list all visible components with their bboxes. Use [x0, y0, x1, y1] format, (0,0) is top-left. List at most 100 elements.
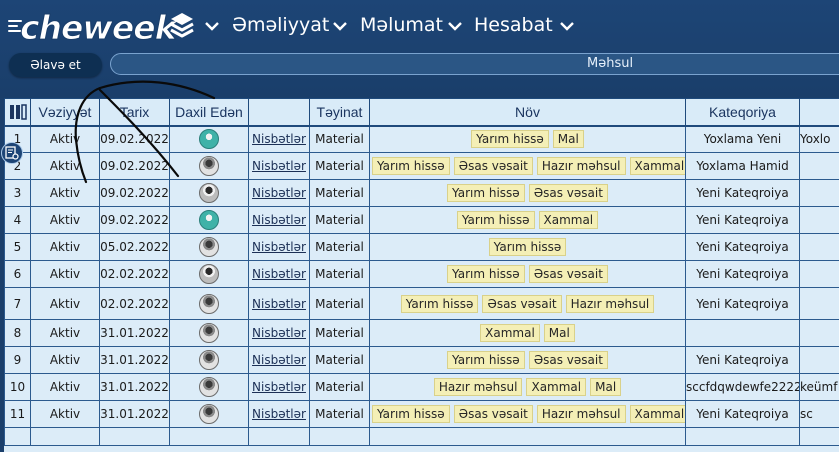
add-button[interactable]: Əlavə et — [9, 53, 102, 77]
entered-by-cell — [169, 152, 249, 180]
table-cell — [369, 427, 686, 446]
avatar[interactable] — [199, 129, 219, 150]
chevron-down-icon[interactable] — [205, 20, 219, 32]
category-cell: sccfdqwdewfe2222 — [685, 373, 800, 401]
type-badge: Xammal — [538, 211, 599, 229]
avatar[interactable] — [199, 183, 219, 203]
status-cell: Aktiv — [30, 346, 100, 374]
table-row[interactable]: 6 Aktiv 02.02.2022 Nisbətlər Material Yarım h… — [4, 260, 839, 288]
row-number: 3 — [4, 179, 31, 207]
columns-icon[interactable] — [9, 104, 27, 121]
column-header-teyinat[interactable]: Təyinat — [309, 98, 370, 127]
cheweek-logo[interactable]: cheweek — [8, 8, 177, 48]
nav-melumat[interactable]: Məlumat — [360, 14, 443, 36]
entered-by-cell — [169, 179, 249, 207]
relations-link[interactable]: Nisbətlər — [248, 233, 310, 261]
column-settings-header[interactable] — [4, 98, 31, 127]
status-cell: Aktiv — [30, 233, 100, 261]
date-cell: 31.01.2022 — [99, 319, 170, 347]
relations-link[interactable]: Nisbətlər — [248, 319, 310, 347]
type-badge: Hazır məhsul — [565, 294, 655, 313]
type-badge: Mal — [543, 324, 575, 342]
avatar[interactable] — [199, 264, 219, 284]
avatar[interactable] — [199, 377, 219, 397]
type-badge: Yarım hissə — [372, 157, 450, 175]
type-cell: Hazır məhsul Xammal Mal — [369, 373, 686, 401]
table-row[interactable]: 10 Aktiv 31.01.2022 Nisbətlər Material Hazır … — [4, 373, 839, 401]
entered-by-cell — [169, 319, 249, 347]
table-row[interactable]: 3 Aktiv 09.02.2022 Nisbətlər Material Yarım h… — [4, 179, 839, 207]
avatar[interactable] — [199, 323, 219, 343]
column-header-tarix[interactable]: Tarix — [99, 98, 170, 127]
search-input[interactable]: Məhsul — [110, 53, 839, 75]
purpose-cell: Material — [309, 152, 370, 180]
category-cell: Yeni Kateqroiya — [685, 400, 800, 428]
avatar[interactable] — [199, 156, 219, 176]
category-cell: Yeni Kateqroiya — [685, 179, 800, 207]
table-row[interactable]: 9 Aktiv 31.01.2022 Nisbətlər Material Yarım h… — [4, 346, 839, 374]
relations-link[interactable]: Nisbətlər — [248, 346, 310, 374]
status-cell: Aktiv — [30, 373, 100, 401]
avatar[interactable] — [199, 293, 219, 314]
table-row[interactable]: 1 Aktiv 09.02.2022 Nisbətlər Material Yarım h… — [4, 125, 839, 153]
chevron-down-icon[interactable] — [448, 20, 462, 32]
table-row[interactable]: 7 Aktiv 02.02.2022 Nisbətlər Material Yarım h… — [4, 287, 839, 320]
table-row[interactable]: 8 Aktiv 31.01.2022 Nisbətlər Material Xammal M… — [4, 319, 839, 347]
avatar[interactable] — [199, 350, 219, 370]
purpose-cell: Material — [309, 206, 370, 234]
chevron-down-icon[interactable] — [333, 20, 347, 32]
relations-link[interactable]: Nisbətlər — [248, 287, 310, 320]
column-header-nov[interactable]: Növ — [369, 98, 686, 127]
relations-link[interactable]: Nisbətlər — [248, 206, 310, 234]
type-badge: Əsas vəsait — [528, 265, 608, 283]
column-header-veziyyet[interactable]: Vəziyyət — [30, 98, 100, 127]
chevron-down-icon[interactable] — [560, 20, 574, 32]
extra-cell — [799, 206, 839, 234]
purpose-cell: Material — [309, 179, 370, 207]
status-cell: Aktiv — [30, 400, 100, 428]
nav-hesabat[interactable]: Hesabat — [474, 14, 553, 36]
purpose-cell: Material — [309, 287, 370, 320]
type-badge: Əsas vəsait — [528, 351, 608, 369]
status-cell: Aktiv — [30, 125, 100, 153]
relations-link[interactable]: Nisbətlər — [248, 152, 310, 180]
document-settings-icon — [5, 146, 19, 160]
type-badge: Xammal — [629, 157, 685, 175]
status-cell: Aktiv — [30, 319, 100, 347]
entered-by-cell — [169, 125, 249, 153]
avatar[interactable] — [199, 404, 219, 424]
layers-icon[interactable] — [170, 12, 194, 40]
row-number: 10 — [4, 373, 31, 401]
type-badge: Mal — [552, 130, 584, 149]
relations-link[interactable]: Nisbətlər — [248, 125, 310, 153]
relations-link[interactable]: Nisbətlər — [248, 260, 310, 288]
data-table-container: Vəziyyət Tarix Daxil Edən Təyinat Növ Ka… — [4, 98, 839, 452]
table-row[interactable]: 5 Aktiv 05.02.2022 Nisbətlər Material Yarım h… — [4, 233, 839, 261]
entered-by-cell — [169, 373, 249, 401]
table-row[interactable] — [4, 427, 839, 446]
row-number: 5 — [4, 233, 31, 261]
table-cell — [4, 427, 31, 446]
status-cell: Aktiv — [30, 287, 100, 320]
relations-link[interactable]: Nisbətlər — [248, 373, 310, 401]
table-row[interactable]: 4 Aktiv 09.02.2022 Nisbətlər Material Yarım h… — [4, 206, 839, 234]
table-row[interactable]: 11 Aktiv 31.01.2022 Nisbətlər Material Yarım … — [4, 400, 839, 428]
relations-link[interactable]: Nisbətlər — [248, 179, 310, 207]
relations-link[interactable]: Nisbətlər — [248, 400, 310, 428]
category-cell: Yeni Kateqroiya — [685, 206, 800, 234]
table-row[interactable]: 2 Aktiv 09.02.2022 Nisbətlər Material Yarım h… — [4, 152, 839, 180]
avatar[interactable] — [199, 237, 219, 257]
column-header-kateqoriya[interactable]: Kateqoriya — [685, 98, 800, 127]
column-header-daxil-eden[interactable]: Daxil Edən — [169, 98, 249, 127]
purpose-cell: Material — [309, 260, 370, 288]
table-cell — [30, 427, 100, 446]
date-cell: 31.01.2022 — [99, 346, 170, 374]
type-badge: Xammal — [480, 324, 540, 342]
sidebar-toggle-button[interactable] — [1, 142, 23, 164]
nav-emeliyyat[interactable]: Əməliyyat — [232, 14, 329, 36]
avatar[interactable] — [199, 210, 219, 230]
type-cell: Yarım hissə Əsas vəsait — [369, 179, 686, 207]
type-cell: Xammal Mal — [369, 319, 686, 347]
type-badge: Əsas vəsait — [453, 405, 533, 423]
type-cell: Yarım hissə Mal — [369, 125, 686, 153]
